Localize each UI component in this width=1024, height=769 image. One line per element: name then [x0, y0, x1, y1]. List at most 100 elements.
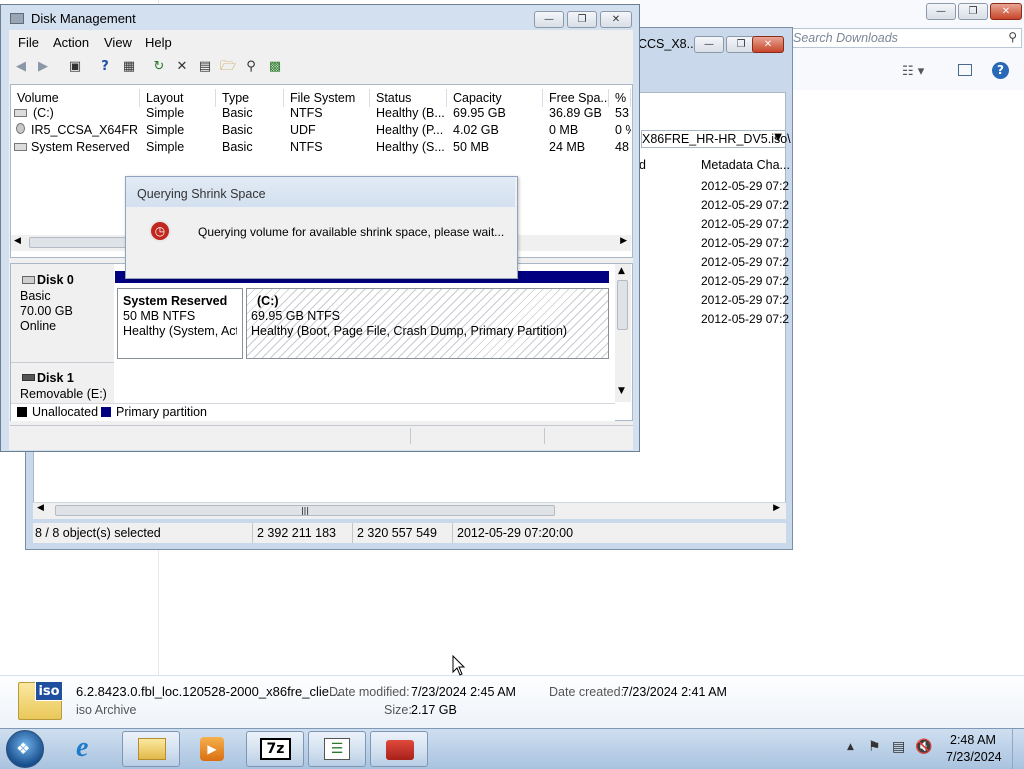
menu-help[interactable]: Help — [145, 35, 172, 50]
network-icon[interactable]: ▤ — [892, 739, 905, 755]
start-button[interactable]: ❖ — [6, 730, 44, 768]
volume-fs: NTFS — [290, 106, 323, 120]
volume-capacity: 50 MB — [453, 140, 490, 154]
scroll-left-icon[interactable]: ◀ — [37, 503, 44, 513]
disk-management-icon — [10, 13, 24, 24]
back-arrow-icon[interactable]: ◀ — [13, 59, 29, 75]
taskbar: ❖ e ▶ 7z ☰ ▲ ⚑ ▤ 🔇 2:48 AM 7/23/2024 — [0, 728, 1024, 769]
refresh-icon[interactable]: ↻ — [151, 59, 167, 75]
explorer-close-button[interactable]: ✕ — [990, 3, 1022, 20]
col-header-volume[interactable]: Volume — [11, 89, 140, 107]
legend: Unallocated Primary partition — [11, 403, 615, 421]
folder-icon — [138, 738, 166, 760]
rescan-icon[interactable]: ▩ — [267, 59, 283, 75]
search-icon[interactable]: ⚲ — [1008, 30, 1017, 44]
search-box[interactable]: Search Downloads ⚲ — [790, 28, 1022, 48]
optical-drive-icon — [16, 123, 25, 134]
volume-name: IR5_CCSA_X64FRE... — [31, 123, 137, 137]
partition-c[interactable]: (C:) 69.95 GB NTFS Healthy (Boot, Page F… — [246, 288, 609, 359]
volume-muted-icon[interactable]: 🔇 — [915, 739, 932, 755]
help-icon[interactable]: ? — [97, 59, 113, 75]
scroll-right-icon[interactable]: ▶ — [620, 236, 627, 246]
scroll-left-icon[interactable]: ◀ — [14, 236, 21, 246]
list-item[interactable]: 2012-05-29 07:2 — [701, 215, 845, 234]
disk0-info[interactable]: Disk 0 Basic 70.00 GB Online — [11, 264, 114, 363]
clock-time[interactable]: 2:48 AM — [950, 733, 996, 747]
querying-shrink-dialog: Querying Shrink Space ◷ Querying volume … — [125, 176, 518, 279]
show-desktop-button[interactable] — [1012, 729, 1024, 769]
scroll-right-icon[interactable]: ▶ — [773, 503, 780, 513]
disk-view-scrollbar[interactable]: ▲ ▼ — [615, 264, 631, 402]
show-hidden-icons-icon[interactable]: ▲ — [847, 742, 854, 752]
list-item[interactable]: 2012-05-29 07:2 — [701, 253, 845, 272]
preview-pane-icon[interactable] — [958, 64, 972, 76]
explorer-maximize-button[interactable]: ❐ — [958, 3, 988, 20]
minimize-button[interactable]: — — [534, 11, 564, 28]
toolbox-icon — [386, 740, 414, 760]
list-item[interactable]: 2012-05-29 07:2 — [701, 272, 845, 291]
legend-primary-label: Primary partition — [116, 405, 207, 419]
size-label: Size: — [384, 703, 412, 717]
taskbar-explorer[interactable] — [122, 731, 180, 767]
clock-icon: ◷ — [149, 220, 171, 242]
hard-disk-icon — [22, 276, 35, 284]
view-options-icon[interactable]: ☷ ▾ — [902, 64, 924, 79]
volume-pct: 0 % — [615, 123, 631, 137]
help-icon[interactable]: ? — [992, 62, 1009, 79]
forward-arrow-icon[interactable]: ▶ — [35, 59, 51, 75]
action-center-flag-icon[interactable]: ⚑ — [868, 739, 881, 755]
maximize-button[interactable]: ❐ — [567, 11, 597, 28]
col-header-metadata[interactable]: Metadata Cha... — [701, 158, 790, 172]
list-item[interactable]: 2012-05-29 07:2 — [701, 234, 845, 253]
iso-badge: iso — [35, 681, 63, 701]
show-hide-icon[interactable]: ▦ — [121, 59, 137, 75]
list-item[interactable]: 2012-05-29 07:2 — [701, 177, 845, 196]
list-item[interactable]: 2012-05-29 07:2 — [701, 310, 845, 329]
partition-system-reserved[interactable]: System Reserved 50 MB NTFS Healthy (Syst… — [117, 288, 243, 359]
search-input[interactable]: Search Downloads — [793, 31, 898, 45]
taskbar-media-player[interactable]: ▶ — [186, 731, 236, 767]
taskbar-disk-management[interactable]: ☰ — [308, 731, 366, 767]
disk0-state: Online — [20, 319, 57, 333]
open-folder-icon[interactable]: 🗁 — [220, 59, 236, 75]
7zip-status-bar: 8 / 8 object(s) selected 2 392 211 183 2… — [33, 523, 786, 543]
7zip-horizontal-scrollbar[interactable]: ◀ ||| ▶ — [33, 502, 786, 519]
list-item[interactable]: 2012-05-29 07:2 — [701, 291, 845, 310]
menu-action[interactable]: Action — [53, 35, 89, 50]
taskbar-ie[interactable]: e — [70, 731, 110, 767]
7zip-minimize-button[interactable]: — — [694, 36, 724, 53]
drive-icon — [14, 143, 27, 151]
delete-icon[interactable]: ✕ — [174, 59, 190, 75]
size-value: 2.17 GB — [411, 703, 457, 717]
menu-view[interactable]: View — [104, 35, 132, 50]
scroll-down-icon[interactable]: ▼ — [618, 386, 625, 396]
volume-name: (C:) — [33, 106, 54, 120]
7zip-close-button[interactable]: ✕ — [752, 36, 784, 53]
col-header-d[interactable]: d — [639, 158, 646, 172]
menu-file[interactable]: File — [18, 35, 39, 50]
taskbar-7zip[interactable]: 7z — [246, 731, 304, 767]
console-tree-icon[interactable]: ▣ — [67, 59, 83, 75]
created-value: 7/23/2024 2:41 AM — [622, 685, 727, 699]
disk0-size: 70.00 GB — [20, 304, 73, 318]
volume-status: Healthy (B... — [376, 106, 444, 120]
volume-layout: Simple — [146, 106, 185, 120]
close-button[interactable]: ✕ — [600, 11, 632, 28]
taskbar-toolbox[interactable] — [370, 731, 428, 767]
7zip-path-combo[interactable]: X86FRE_HR-HR_DV5.iso\ ▼ — [641, 130, 791, 148]
scroll-thumb[interactable] — [29, 237, 139, 248]
chevron-down-icon[interactable]: ▼ — [774, 132, 782, 143]
7zip-icon: 7z — [260, 738, 291, 760]
status-selected: 8 / 8 object(s) selected — [35, 526, 161, 540]
list-item[interactable]: 2012-05-29 07:2 — [701, 196, 845, 215]
explorer-minimize-button[interactable]: — — [926, 3, 956, 20]
partition-name: System Reserved — [123, 294, 228, 308]
search-icon[interactable]: ⚲ — [243, 59, 259, 75]
clock-date[interactable]: 7/23/2024 — [946, 750, 1002, 764]
scroll-thumb[interactable]: ||| — [55, 505, 555, 516]
properties-icon[interactable]: ▤ — [197, 59, 213, 75]
legend-unallocated-swatch — [17, 407, 27, 417]
volume-fs: UDF — [290, 123, 316, 137]
scroll-up-icon[interactable]: ▲ — [618, 266, 625, 276]
scroll-thumb[interactable] — [617, 280, 628, 330]
